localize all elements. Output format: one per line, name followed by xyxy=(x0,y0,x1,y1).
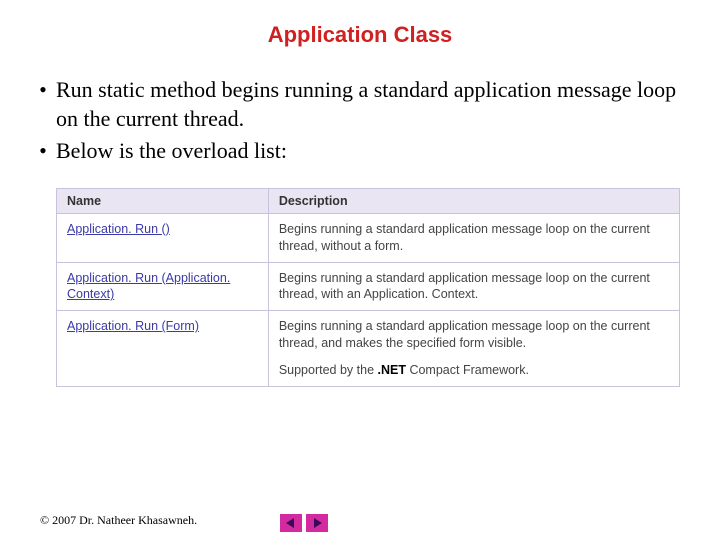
bullet-dot: • xyxy=(30,137,56,166)
nav-arrows xyxy=(280,514,328,532)
prev-slide-button[interactable] xyxy=(280,514,302,532)
overload-name-cell: Application. Run () xyxy=(57,213,269,262)
next-slide-button[interactable] xyxy=(306,514,328,532)
supported-suffix: Compact Framework. xyxy=(406,363,529,377)
overload-link[interactable]: Application. Run (Form) xyxy=(67,319,199,333)
overload-name-cell: Application. Run (Application. Context) xyxy=(57,262,269,311)
supported-bold: .NET xyxy=(378,363,406,377)
supported-prefix: Supported by the xyxy=(279,363,378,377)
bullet-text: Below is the overload list: xyxy=(56,137,680,166)
supported-note: Supported by the .NET Compact Framework. xyxy=(279,362,669,379)
table-row: Application. Run (Application. Context) … xyxy=(57,262,680,311)
overload-desc-text: Begins running a standard application me… xyxy=(279,319,650,350)
overload-table-container: Name Description Application. Run () Beg… xyxy=(56,188,680,387)
triangle-left-icon xyxy=(285,517,297,529)
bullet-text: Run static method begins running a stand… xyxy=(56,76,680,133)
bullet-list: • Run static method begins running a sta… xyxy=(0,76,720,166)
overload-desc-cell: Begins running a standard application me… xyxy=(268,311,679,387)
table-row: Application. Run (Form) Begins running a… xyxy=(57,311,680,387)
page-title: Application Class xyxy=(0,0,720,76)
overload-desc-cell: Begins running a standard application me… xyxy=(268,213,679,262)
copyright-footer: © 2007 Dr. Natheer Khasawneh. xyxy=(40,513,197,528)
col-header-description: Description xyxy=(268,188,679,213)
overload-link[interactable]: Application. Run (Application. Context) xyxy=(67,271,230,302)
bullet-dot: • xyxy=(30,76,56,105)
list-item: • Below is the overload list: xyxy=(30,137,680,166)
overload-link[interactable]: Application. Run () xyxy=(67,222,170,236)
overload-table: Name Description Application. Run () Beg… xyxy=(56,188,680,387)
overload-desc-cell: Begins running a standard application me… xyxy=(268,262,679,311)
triangle-right-icon xyxy=(311,517,323,529)
table-row: Application. Run () Begins running a sta… xyxy=(57,213,680,262)
list-item: • Run static method begins running a sta… xyxy=(30,76,680,133)
col-header-name: Name xyxy=(57,188,269,213)
overload-name-cell: Application. Run (Form) xyxy=(57,311,269,387)
